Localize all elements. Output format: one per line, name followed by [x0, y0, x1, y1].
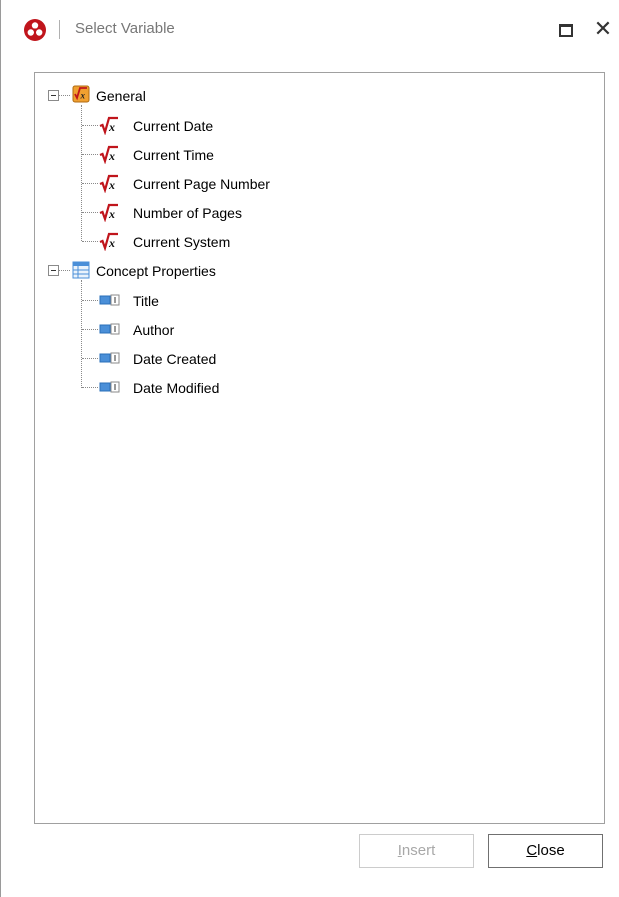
tree-connector: [82, 212, 98, 213]
table-icon: [72, 261, 90, 279]
maximize-icon: [559, 24, 573, 37]
tree-connector: [82, 241, 98, 242]
close-mnemonic: C: [526, 842, 538, 859]
tree-item-label: Title: [133, 293, 159, 309]
tree-connector: [82, 358, 98, 359]
svg-text:x: x: [108, 207, 115, 221]
svg-text:x: x: [108, 149, 115, 163]
app-logo-icon: [24, 19, 46, 41]
tree-item-author[interactable]: Author: [133, 319, 333, 341]
svg-text:x: x: [108, 120, 115, 134]
close-window-button[interactable]: ✕: [590, 14, 616, 44]
tree-node-label: General: [96, 88, 146, 104]
close-button[interactable]: Close: [488, 834, 603, 868]
tree-node-concept-properties[interactable]: Concept Properties: [96, 260, 336, 282]
sqrt-x-icon: x: [99, 116, 118, 135]
sqrt-x-icon: x: [99, 232, 118, 251]
tree-connector: [82, 329, 98, 330]
select-variable-dialog: Select Variable ✕ x General x Current Da…: [0, 0, 619, 897]
tree-connector: [82, 154, 98, 155]
property-field-icon: [99, 352, 120, 364]
tree-item-number-of-pages[interactable]: Number of Pages: [133, 202, 353, 224]
close-label-rest: lose: [537, 842, 565, 859]
tree-connector: [82, 300, 98, 301]
collapse-toggle-concept-properties[interactable]: [48, 265, 59, 276]
close-icon: ✕: [593, 16, 613, 41]
tree-item-label: Date Modified: [133, 380, 220, 396]
tree-item-label: Author: [133, 322, 175, 338]
tree-item-current-date[interactable]: Current Date: [133, 115, 353, 137]
tree-item-label: Current System: [133, 234, 231, 250]
tree-item-current-system[interactable]: Current System: [133, 231, 353, 253]
tree-item-title[interactable]: Title: [133, 290, 333, 312]
tree-item-label: Date Created: [133, 351, 217, 367]
property-field-icon: [99, 323, 120, 335]
tree-node-label: Concept Properties: [96, 263, 216, 279]
collapse-toggle-general[interactable]: [48, 90, 59, 101]
variable-tree[interactable]: x General x Current Date x Current Time: [34, 72, 605, 824]
tree-item-current-time[interactable]: Current Time: [133, 144, 353, 166]
insert-button[interactable]: Insert: [359, 834, 474, 868]
tree-item-date-created[interactable]: Date Created: [133, 348, 333, 370]
title-separator: [59, 20, 60, 39]
tree-connector: [81, 280, 82, 388]
tree-item-current-page-number[interactable]: Current Page Number: [133, 173, 373, 195]
tree-connector: [82, 387, 98, 388]
tree-connector: [82, 183, 98, 184]
tree-item-label: Number of Pages: [133, 205, 242, 221]
svg-text:x: x: [108, 178, 115, 192]
property-field-icon: [99, 381, 120, 393]
tree-item-label: Current Page Number: [133, 176, 270, 192]
tree-item-label: Current Time: [133, 147, 214, 163]
svg-text:x: x: [80, 91, 86, 101]
property-field-icon: [99, 294, 120, 306]
tree-connector: [58, 270, 70, 271]
sqrt-x-icon: x: [99, 203, 118, 222]
svg-text:x: x: [108, 236, 115, 250]
window-title: Select Variable: [75, 20, 175, 37]
tree-node-general[interactable]: General: [96, 85, 296, 107]
insert-label-rest: nsert: [401, 842, 436, 859]
tree-item-date-modified[interactable]: Date Modified: [133, 377, 333, 399]
tree-item-label: Current Date: [133, 118, 214, 134]
function-group-icon: x: [72, 85, 90, 103]
maximize-button[interactable]: [554, 18, 580, 44]
sqrt-x-icon: x: [99, 145, 118, 164]
sqrt-x-icon: x: [99, 174, 118, 193]
tree-connector: [58, 95, 70, 96]
title-bar: Select Variable ✕: [1, 0, 619, 62]
tree-connector: [82, 125, 98, 126]
